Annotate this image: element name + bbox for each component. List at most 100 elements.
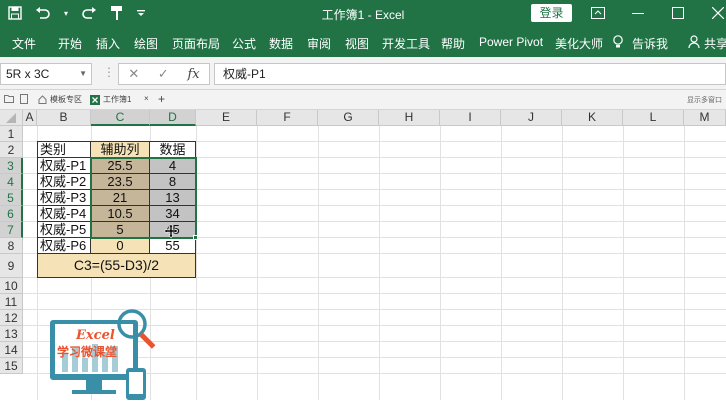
tab-beautify-master[interactable]: 美化大师 bbox=[555, 35, 603, 52]
table-cell[interactable]: 权威-P2 bbox=[38, 174, 91, 190]
table-cell[interactable]: 权威-P4 bbox=[38, 206, 91, 222]
row-header-1[interactable]: 1 bbox=[0, 126, 23, 142]
move-cursor-icon bbox=[163, 223, 179, 241]
tab-home[interactable]: 开始 bbox=[58, 35, 82, 52]
row-header-15[interactable]: 15 bbox=[0, 358, 23, 374]
close-icon[interactable] bbox=[710, 4, 726, 22]
formula-input[interactable]: 权威-P1 bbox=[214, 63, 726, 85]
tab-formulas[interactable]: 公式 bbox=[232, 35, 256, 52]
column-header-g[interactable]: G bbox=[318, 110, 379, 126]
cancel-icon[interactable]: ✕ bbox=[128, 66, 139, 82]
gridline bbox=[257, 126, 258, 400]
table-cell[interactable]: 34 bbox=[150, 206, 196, 222]
column-header-b[interactable]: B bbox=[37, 110, 91, 126]
tab-data[interactable]: 数据 bbox=[269, 35, 293, 52]
row-header-5[interactable]: 5 bbox=[0, 190, 23, 206]
column-header-k[interactable]: K bbox=[562, 110, 623, 126]
table-cell[interactable]: 权威-P5 bbox=[38, 222, 91, 238]
table-cell[interactable]: 13 bbox=[150, 190, 196, 206]
minimize-icon[interactable] bbox=[630, 4, 646, 22]
gridline bbox=[196, 126, 197, 400]
row-header-8[interactable]: 8 bbox=[0, 238, 23, 254]
close-tab-icon[interactable]: × bbox=[144, 94, 149, 103]
row-header-4[interactable]: 4 bbox=[0, 174, 23, 190]
row-header-3[interactable]: 3 bbox=[0, 158, 23, 174]
column-header-h[interactable]: H bbox=[379, 110, 440, 126]
formula-note-cell[interactable]: C3=(55-D3)/2 bbox=[38, 254, 196, 278]
tab-power-pivot[interactable]: Power Pivot bbox=[479, 35, 543, 49]
select-all-corner[interactable] bbox=[0, 110, 23, 126]
restore-icon[interactable] bbox=[670, 4, 686, 22]
add-tab-icon[interactable]: + bbox=[158, 92, 165, 106]
template-tab-label: 模板专区 bbox=[50, 95, 82, 104]
column-header-e[interactable]: E bbox=[196, 110, 257, 126]
column-header-m[interactable]: M bbox=[684, 110, 726, 126]
row-header-14[interactable]: 14 bbox=[0, 342, 23, 358]
tab-page-layout[interactable]: 页面布局 bbox=[172, 35, 220, 52]
table-cell[interactable]: 权威-P3 bbox=[38, 190, 91, 206]
column-header-i[interactable]: I bbox=[440, 110, 501, 126]
workbook-tab[interactable]: 工作簿1 bbox=[90, 94, 131, 105]
tab-insert[interactable]: 插入 bbox=[96, 35, 120, 52]
header-cell-helper[interactable]: 辅助列 bbox=[91, 142, 150, 158]
table-cell[interactable]: 10.5 bbox=[91, 206, 150, 222]
table-cell[interactable]: 21 bbox=[91, 190, 150, 206]
insert-function-icon[interactable]: fx bbox=[187, 67, 199, 82]
column-header-a[interactable]: A bbox=[23, 110, 37, 126]
selection-edge bbox=[90, 157, 92, 239]
chevron-down-icon[interactable]: ▼ bbox=[79, 64, 87, 84]
formula-buttons: ✕ ✓ fx bbox=[118, 63, 210, 85]
folder-icon[interactable] bbox=[4, 94, 14, 103]
tab-view[interactable]: 视图 bbox=[345, 35, 369, 52]
gridline bbox=[379, 126, 380, 400]
window-controls bbox=[590, 4, 726, 22]
gridline bbox=[23, 293, 726, 294]
template-tab[interactable]: 模板专区 bbox=[38, 94, 82, 105]
row-header-2[interactable]: 2 bbox=[0, 142, 23, 158]
share-button[interactable]: 共享 bbox=[704, 35, 726, 52]
multi-window-toggle[interactable]: 显示多窗口 bbox=[687, 95, 722, 105]
name-box[interactable]: 5R x 3C ▼ bbox=[0, 63, 92, 85]
fill-handle[interactable] bbox=[193, 235, 198, 240]
table-cell[interactable]: 0 bbox=[91, 238, 150, 254]
table-cell[interactable]: 25.5 bbox=[91, 158, 150, 174]
table-cell[interactable]: 权威-P1 bbox=[38, 158, 91, 174]
share-icon[interactable] bbox=[688, 35, 700, 52]
header-cell-category[interactable]: 类别 bbox=[38, 142, 91, 158]
row-header-7[interactable]: 7 bbox=[0, 222, 23, 238]
lightbulb-icon[interactable] bbox=[612, 35, 624, 52]
gridline bbox=[440, 126, 441, 400]
formula-bar-area: 5R x 3C ▼ ⋮ ✕ ✓ fx 权威-P1 bbox=[0, 57, 726, 90]
table-cell[interactable]: 23.5 bbox=[91, 174, 150, 190]
row-header-10[interactable]: 10 bbox=[0, 278, 23, 294]
row-header-13[interactable]: 13 bbox=[0, 326, 23, 342]
table-cell[interactable]: 8 bbox=[150, 174, 196, 190]
tab-review[interactable]: 审阅 bbox=[307, 35, 331, 52]
column-header-c[interactable]: C bbox=[91, 110, 150, 126]
row-header-12[interactable]: 12 bbox=[0, 310, 23, 326]
tab-developer[interactable]: 开发工具 bbox=[382, 35, 430, 52]
excel-course-logo: Excel 学习微课堂 bbox=[46, 308, 174, 400]
header-cell-data[interactable]: 数据 bbox=[150, 142, 196, 158]
tell-me-search[interactable]: 告诉我 bbox=[632, 35, 668, 52]
row-header-6[interactable]: 6 bbox=[0, 206, 23, 222]
tab-help[interactable]: 帮助 bbox=[441, 35, 465, 52]
tab-draw[interactable]: 绘图 bbox=[134, 35, 158, 52]
page-icon[interactable] bbox=[20, 94, 28, 104]
ribbon-display-icon[interactable] bbox=[590, 4, 606, 22]
table-cell[interactable]: 5 bbox=[91, 222, 150, 238]
enter-icon[interactable]: ✓ bbox=[158, 66, 169, 82]
login-button[interactable]: 登录 bbox=[531, 4, 572, 22]
column-header-f[interactable]: F bbox=[257, 110, 318, 126]
table-cell[interactable]: 权威-P6 bbox=[38, 238, 91, 254]
column-header-l[interactable]: L bbox=[623, 110, 684, 126]
row-header-11[interactable]: 11 bbox=[0, 294, 23, 310]
column-header-d[interactable]: D bbox=[150, 110, 196, 126]
tab-file[interactable]: 文件 bbox=[12, 35, 36, 52]
column-header-j[interactable]: J bbox=[501, 110, 562, 126]
workbook-tab-label: 工作簿1 bbox=[103, 95, 132, 104]
row-header-9[interactable]: 9 bbox=[0, 254, 23, 278]
table-cell[interactable]: 4 bbox=[150, 158, 196, 174]
splitter-icon[interactable]: ⋮ bbox=[103, 65, 115, 79]
gridline bbox=[501, 126, 502, 400]
